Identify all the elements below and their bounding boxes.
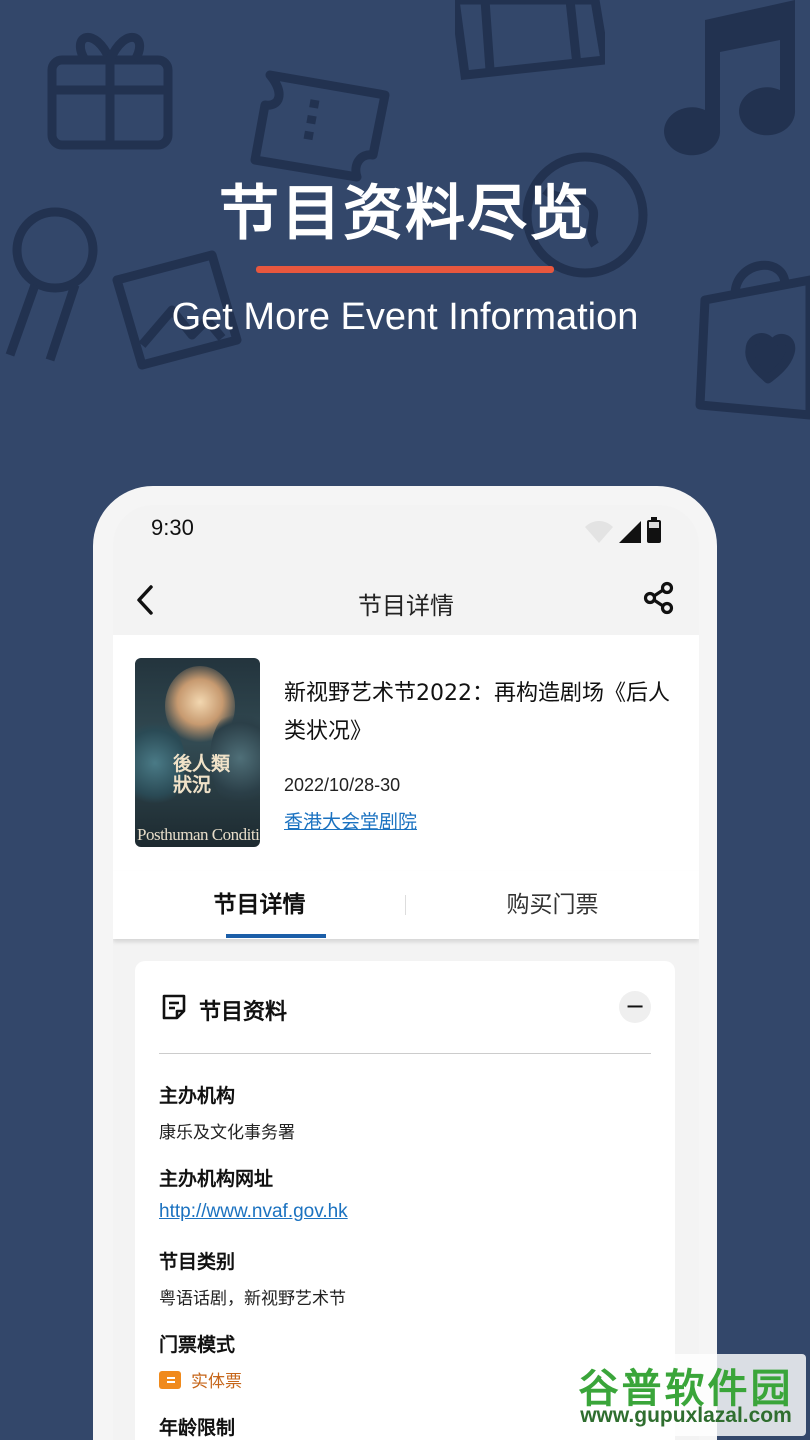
event-date: 2022/10/28-30 <box>284 775 401 795</box>
signal-icon <box>619 521 641 543</box>
event-poster[interactable]: 後人類 狀況 Posthuman Condition <box>135 658 260 847</box>
document-icon <box>162 994 186 1020</box>
app-bar: 节目详情 <box>113 565 699 635</box>
tab-bar: 节目详情 购买门票 <box>113 871 699 939</box>
tab-event-details[interactable]: 节目详情 <box>113 871 406 939</box>
status-time: 9:30 <box>151 515 194 540</box>
card-title: 节目资料 <box>199 1000 288 1025</box>
active-tab-indicator <box>226 934 326 938</box>
share-icon <box>643 581 674 615</box>
event-summary: 後人類 狀況 Posthuman Condition 新视野艺术节2022：再构… <box>113 635 699 871</box>
poster-footer-text: Posthuman Condition <box>137 825 260 844</box>
wifi-icon <box>585 521 613 543</box>
gift-icon <box>40 15 180 155</box>
promo-title: 节目资料尽览 <box>219 179 591 249</box>
organizer-website-link[interactable]: http://www.nvaf.gov.hk <box>159 1201 639 1223</box>
watermark-url: www.gupuxlazal.com <box>580 1404 792 1427</box>
collapse-button[interactable]: − <box>619 991 651 1023</box>
status-icons <box>585 517 661 543</box>
film-strip-icon <box>455 0 605 80</box>
promo-subtitle: Get More Event Information <box>171 296 639 338</box>
battery-icon <box>647 517 661 543</box>
watermark: 谷普软件园 www.gupuxlazal.com <box>566 1354 806 1436</box>
physical-ticket-icon <box>159 1370 181 1389</box>
poster-title: 後人類 狀況 <box>173 753 231 796</box>
shopping-bag-icon <box>690 255 810 425</box>
event-venue-link[interactable]: 香港大会堂剧院 <box>284 807 417 834</box>
promo-accent-bar <box>256 266 554 273</box>
phone-screen: 9:30 节目详情 後人類 狀況 Posthuman Condition <box>113 505 699 1440</box>
music-note-icon <box>655 0 805 170</box>
field-event-category: 节目类别 粤语话剧，新视野艺术节 <box>159 1251 346 1309</box>
tab-buy-tickets[interactable]: 购买门票 <box>406 871 699 939</box>
field-organizer-website: 主办机构网址 http://www.nvaf.gov.hk <box>159 1164 639 1223</box>
event-title: 新视野艺术节2022：再构造剧场《后人类状况》 <box>284 681 670 744</box>
field-organizer: 主办机构 康乐及文化事务署 <box>159 1085 295 1143</box>
share-button[interactable] <box>643 581 675 615</box>
page-title: 节目详情 <box>358 592 454 620</box>
